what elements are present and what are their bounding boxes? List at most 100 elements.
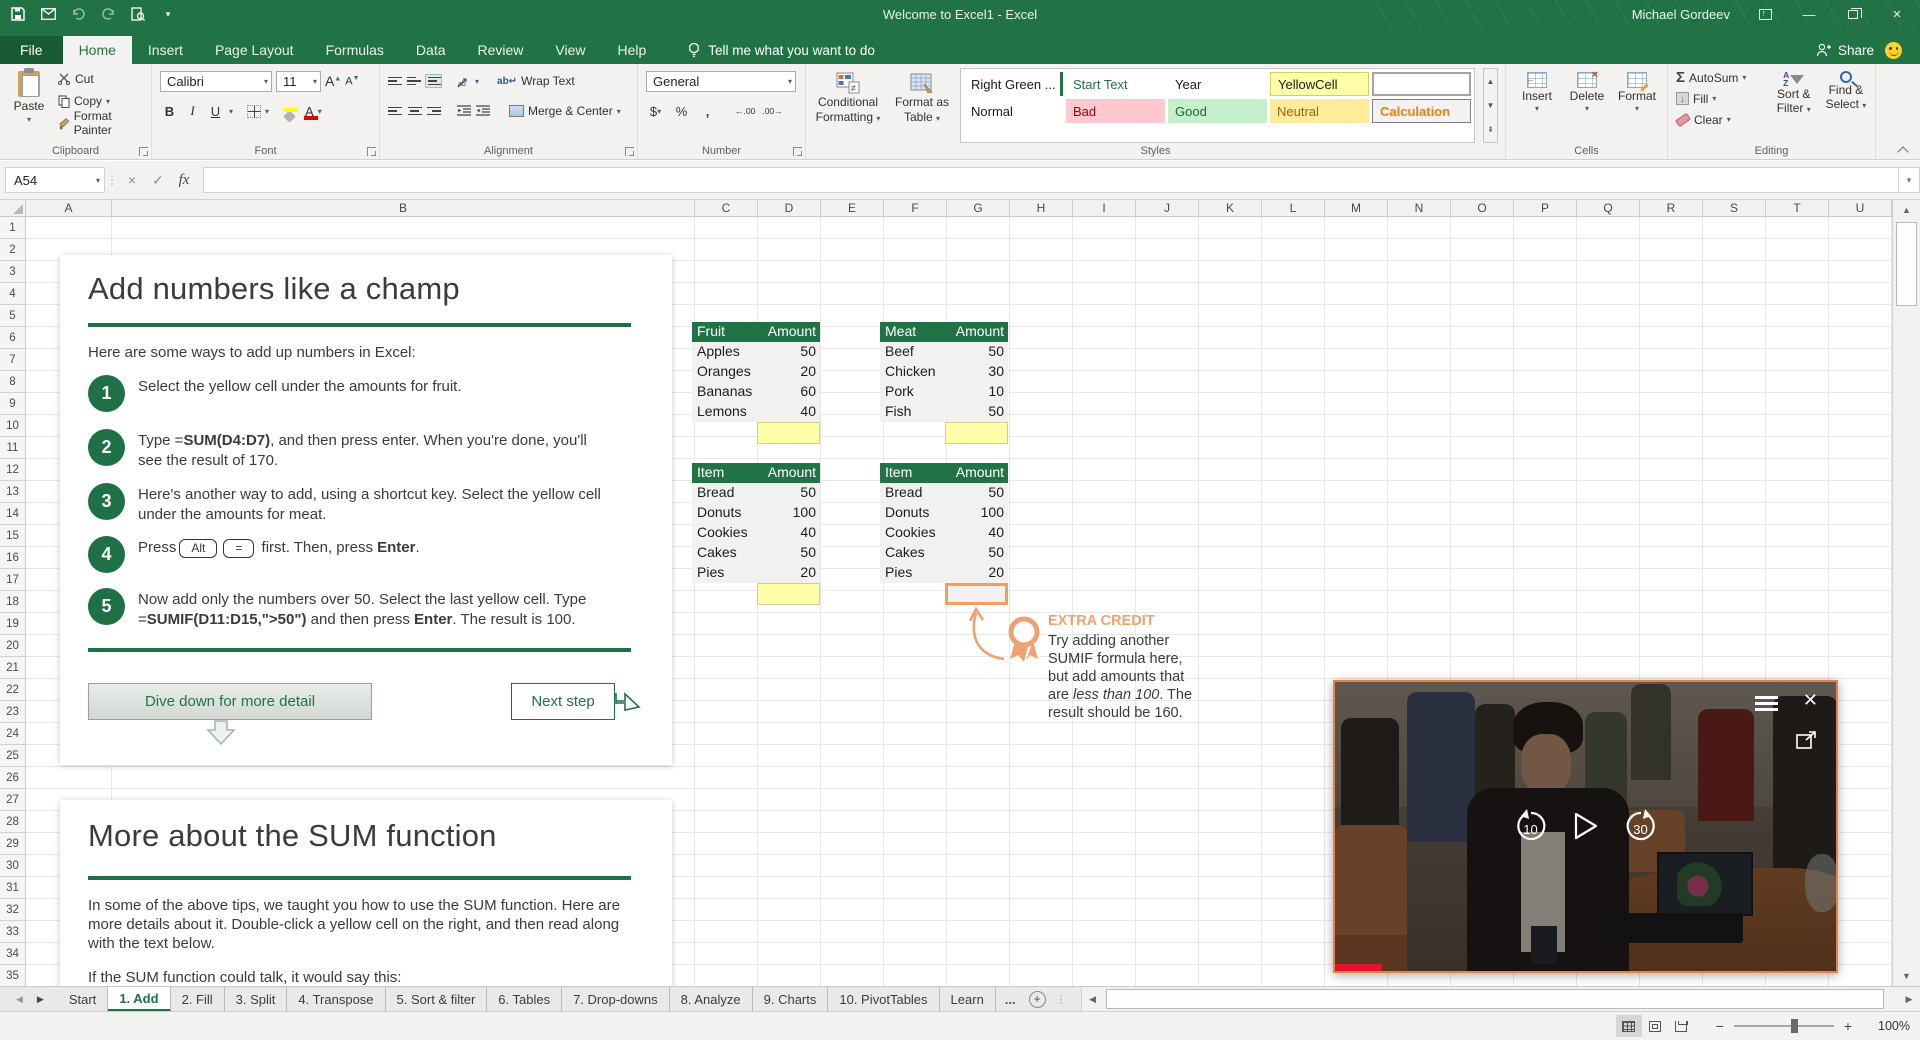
column-header-F[interactable]: F: [884, 200, 947, 216]
sheet-tab-9-charts[interactable]: 9. Charts: [753, 987, 829, 1011]
scroll-up-icon[interactable]: ▲: [1893, 200, 1920, 220]
cell-style-good[interactable]: Good: [1168, 99, 1267, 123]
tab-home[interactable]: Home: [62, 36, 132, 64]
column-header-B[interactable]: B: [112, 200, 695, 216]
row-headers[interactable]: 1 2 3 4 5 6 7 8 9 10 11 12 13 14 15 16 17 18 19 20 21 22 23 24 2…: [0, 217, 26, 987]
row-header-24[interactable]: 24: [0, 723, 25, 745]
tab-review[interactable]: Review: [462, 36, 540, 64]
tab-file[interactable]: File: [0, 36, 63, 64]
dive-down-button[interactable]: Dive down for more detail: [88, 683, 372, 720]
signed-in-user[interactable]: Michael Gordeev: [1632, 7, 1730, 22]
tab-page-layout[interactable]: Page Layout: [199, 36, 310, 64]
video-forward-button[interactable]: 30: [1623, 808, 1659, 844]
row-header-1[interactable]: 1: [0, 217, 25, 239]
format-as-table-button[interactable]: Format as Table ▾: [890, 68, 954, 143]
number-format-combo[interactable]: General ▾: [646, 70, 796, 92]
normal-view-button[interactable]: [1615, 1015, 1642, 1037]
row-header-34[interactable]: 34: [0, 943, 25, 965]
top-align-icon[interactable]: [388, 76, 403, 86]
format-painter-button[interactable]: Format Painter: [56, 109, 147, 137]
cell-style-year[interactable]: Year: [1168, 72, 1267, 96]
zoom-slider-thumb[interactable]: [1790, 1019, 1798, 1033]
row-header-6[interactable]: 6: [0, 327, 25, 349]
row-header-35[interactable]: 35: [0, 965, 25, 987]
wrap-text-button[interactable]: Wrap Text: [521, 74, 575, 88]
font-family-combo[interactable]: Calibri ▾: [160, 70, 272, 92]
vertical-scroll-thumb[interactable]: [1896, 222, 1917, 306]
insert-function-icon[interactable]: fx: [171, 172, 197, 189]
tab-formulas[interactable]: Formulas: [310, 36, 400, 64]
close-button[interactable]: ×: [1888, 6, 1906, 23]
page-break-view-button[interactable]: [1668, 1015, 1694, 1037]
autosum-button[interactable]: Σ AutoSum ▾: [1674, 68, 1767, 87]
borders-dropdown[interactable]: ▾: [265, 107, 269, 116]
row-header-30[interactable]: 30: [0, 855, 25, 877]
video-rewind-button[interactable]: 10: [1513, 808, 1549, 844]
tab-view[interactable]: View: [539, 36, 601, 64]
row-header-5[interactable]: 5: [0, 305, 25, 327]
sheet-tab-3-split[interactable]: 3. Split: [225, 987, 288, 1011]
more-sheets-ellipsis[interactable]: ...: [996, 987, 1025, 1011]
row-header-32[interactable]: 32: [0, 899, 25, 921]
tab-insert[interactable]: Insert: [132, 36, 199, 64]
row-header-9[interactable]: 9: [0, 393, 25, 415]
row-header-14[interactable]: 14: [0, 503, 25, 525]
column-header-I[interactable]: I: [1073, 200, 1136, 216]
font-size-combo[interactable]: 11 ▾: [276, 70, 321, 92]
data-table-meat[interactable]: Meat Amount Beef 50 Chicken 30 Pork 10 Fish 50: [880, 322, 1008, 444]
row-header-18[interactable]: 18: [0, 591, 25, 613]
video-play-icon[interactable]: [1573, 811, 1599, 841]
increase-indent-icon[interactable]: [476, 105, 491, 117]
orientation-dropdown[interactable]: ▾: [475, 77, 479, 86]
column-header-Q[interactable]: Q: [1577, 200, 1640, 216]
vertical-scrollbar[interactable]: ▲ ▼: [1892, 200, 1920, 986]
row-header-12[interactable]: 12: [0, 459, 25, 481]
row-header-31[interactable]: 31: [0, 877, 25, 899]
merge-center-dropdown[interactable]: ▾: [617, 107, 621, 116]
hscroll-right-icon[interactable]: ▶: [1898, 994, 1920, 1005]
column-header-U[interactable]: U: [1829, 200, 1892, 216]
formula-cell-yellow[interactable]: [757, 422, 820, 444]
formula-cell-orange[interactable]: [945, 583, 1008, 605]
clear-button[interactable]: Clear ▾: [1674, 110, 1767, 129]
row-header-22[interactable]: 22: [0, 679, 25, 701]
comma-button[interactable]: ,: [698, 101, 717, 121]
sheet-tab-8-analyze[interactable]: 8. Analyze: [670, 987, 753, 1011]
column-header-E[interactable]: E: [821, 200, 884, 216]
column-header-C[interactable]: C: [695, 200, 758, 216]
column-headers[interactable]: ABCDEFGHIJKLMNOPQRSTU: [26, 200, 1892, 217]
row-header-4[interactable]: 4: [0, 283, 25, 305]
minimize-button[interactable]: —: [1800, 6, 1818, 22]
sheet-tab-4-transpose[interactable]: 4. Transpose: [287, 987, 386, 1011]
format-cells-button[interactable]: Format ▾: [1612, 68, 1662, 143]
row-header-17[interactable]: 17: [0, 569, 25, 591]
underline-dropdown[interactable]: ▾: [229, 107, 233, 116]
cut-button[interactable]: Cut: [56, 68, 147, 90]
zoom-in-button[interactable]: +: [1844, 1018, 1852, 1034]
clipboard-dialog-launcher-icon[interactable]: [139, 147, 148, 156]
cell-style-starttext[interactable]: Start Text: [1066, 72, 1165, 96]
collapse-ribbon-icon[interactable]: [1898, 145, 1908, 155]
data-table-item-left[interactable]: Item Amount Bread 50 Donuts 100 Cookies 40 Cakes…: [692, 463, 820, 605]
sheet-tab-5-sort-filter[interactable]: 5. Sort & filter: [386, 987, 488, 1011]
cell-style-yellowcell[interactable]: YellowCell: [1270, 72, 1369, 96]
formula-bar-handle[interactable]: ⋮: [105, 173, 119, 187]
sheet-tab-2-fill[interactable]: 2. Fill: [171, 987, 225, 1011]
sheet-tab-7-drop-downs[interactable]: 7. Drop-downs: [562, 987, 670, 1011]
row-header-16[interactable]: 16: [0, 547, 25, 569]
row-header-29[interactable]: 29: [0, 833, 25, 855]
align-center-icon[interactable]: [407, 106, 422, 116]
restore-button[interactable]: [1844, 6, 1862, 22]
currency-button[interactable]: $ ▾: [646, 101, 665, 121]
column-header-A[interactable]: A: [26, 200, 112, 216]
sheet-tab-6-tables[interactable]: 6. Tables: [487, 987, 563, 1011]
row-header-19[interactable]: 19: [0, 613, 25, 635]
font-dialog-launcher-icon[interactable]: [367, 147, 376, 156]
paste-button[interactable]: Paste ▾: [6, 68, 52, 140]
insert-cells-button[interactable]: Insert▾: [1512, 68, 1562, 143]
column-header-H[interactable]: H: [1010, 200, 1073, 216]
sheet-tab-start[interactable]: Start: [58, 987, 109, 1011]
next-step-button[interactable]: Next step: [511, 683, 615, 720]
tell-me-box[interactable]: Tell me what you want to do: [688, 36, 875, 64]
column-header-N[interactable]: N: [1388, 200, 1451, 216]
